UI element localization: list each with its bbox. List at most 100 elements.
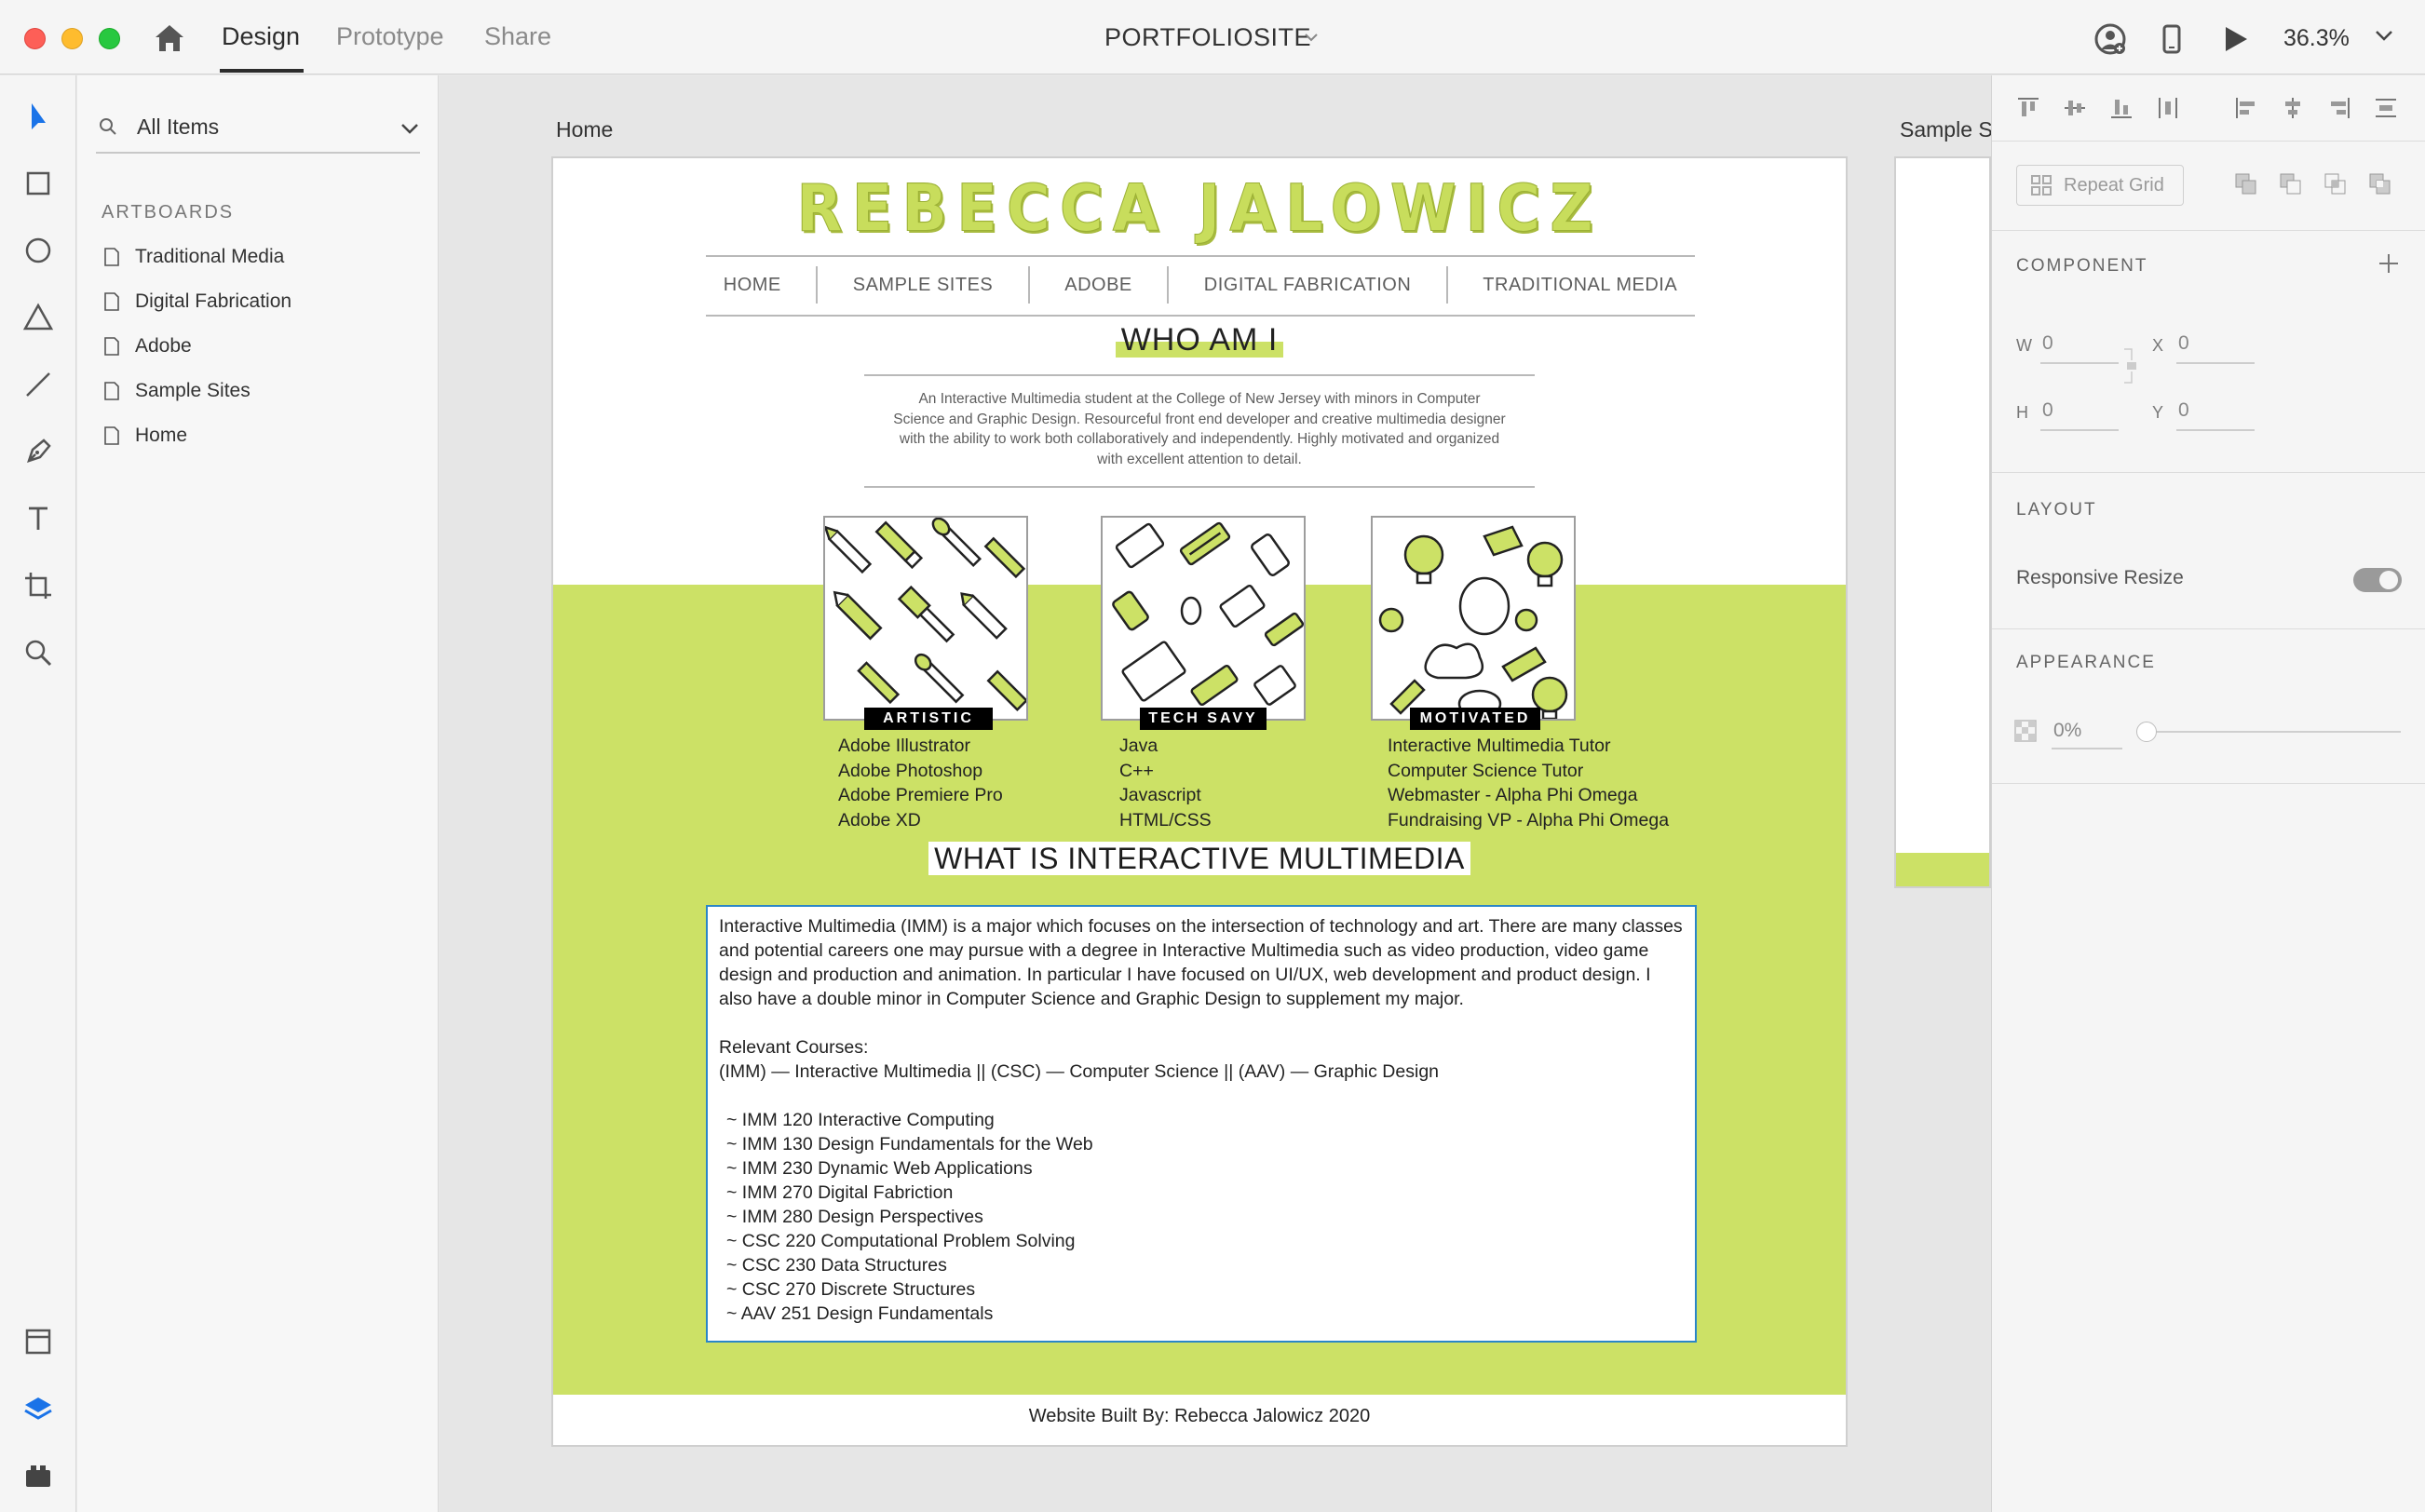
nav-item-sample-sites[interactable]: SAMPLE SITES	[853, 275, 994, 296]
chevron-down-icon[interactable]	[398, 116, 422, 141]
x-label: X	[2152, 336, 2164, 355]
artboard-label-sample-sites[interactable]: Sample S	[1900, 117, 1991, 142]
width-field[interactable]: 0	[2042, 332, 2053, 355]
artboard-item-sample-sites[interactable]: Sample Sites	[103, 375, 251, 407]
nav-bottom-rule	[706, 315, 1695, 317]
imm-text-box[interactable]: Interactive Multimedia (IMM) is a major …	[706, 905, 1697, 1343]
home-icon[interactable]	[153, 22, 186, 54]
distribute-vertical-icon[interactable]	[2372, 94, 2400, 122]
zoom-level[interactable]: 36.3%	[2283, 25, 2350, 52]
rectangle-tool-icon[interactable]	[20, 165, 57, 202]
device-preview-icon[interactable]	[2155, 22, 2188, 56]
boolean-add-icon[interactable]	[2232, 170, 2260, 198]
y-field[interactable]: 0	[2178, 399, 2189, 422]
distribute-horizontal-icon[interactable]	[2154, 94, 2182, 122]
chevron-down-icon[interactable]	[1302, 28, 1321, 47]
boolean-intersect-icon[interactable]	[2322, 170, 2350, 198]
responsive-resize-toggle[interactable]	[2352, 566, 2403, 594]
height-underline	[2040, 429, 2119, 431]
boolean-exclude-icon[interactable]	[2366, 170, 2394, 198]
height-field[interactable]: 0	[2042, 399, 2053, 422]
maximize-window-button[interactable]	[99, 28, 120, 49]
x-underline	[2176, 362, 2255, 364]
artboard-tool-icon[interactable]	[20, 567, 57, 604]
artboard-home[interactable]: REBECCA JALOWICZ HOME SAMPLE SITES ADOBE…	[551, 156, 1848, 1447]
boolean-subtract-icon[interactable]	[2277, 170, 2305, 198]
nav-item-adobe[interactable]: ADOBE	[1064, 275, 1132, 296]
artboard-icon	[104, 337, 119, 356]
x-field[interactable]: 0	[2178, 332, 2189, 355]
plugins-icon[interactable]	[20, 1457, 57, 1494]
list-item: ~ IMM 120 Interactive Computing	[726, 1110, 995, 1130]
align-right-icon[interactable]	[2325, 94, 2353, 122]
artistic-card-image[interactable]	[823, 516, 1028, 721]
tech-savy-badge: TECH SAVY	[1140, 708, 1267, 730]
minimize-window-button[interactable]	[61, 28, 83, 49]
imm-heading[interactable]: WHAT IS INTERACTIVE MULTIMEDIA	[553, 842, 1846, 876]
artboard-item-traditional-media[interactable]: Traditional Media	[103, 241, 284, 273]
polygon-tool-icon[interactable]	[20, 299, 57, 336]
layer-filter-select[interactable]: All Items	[137, 115, 219, 140]
tab-prototype[interactable]: Prototype	[336, 22, 444, 51]
artboard-label-home[interactable]: Home	[556, 117, 613, 142]
tech-card-image[interactable]	[1101, 516, 1306, 721]
panel-divider	[1992, 230, 2425, 231]
opacity-slider-knob[interactable]	[2136, 722, 2157, 742]
text-tool-icon[interactable]	[20, 500, 57, 537]
nav-item-traditional-media[interactable]: TRADITIONAL MEDIA	[1483, 275, 1677, 296]
layers-panel: All Items ARTBOARDS Traditional Media Di…	[77, 75, 439, 1512]
add-component-icon[interactable]	[2376, 250, 2402, 277]
opacity-field[interactable]: 0%	[2053, 720, 2081, 742]
artboard-item-adobe[interactable]: Adobe	[103, 331, 192, 362]
opacity-slider-track[interactable]	[2136, 731, 2401, 733]
ellipse-tool-icon[interactable]	[20, 232, 57, 269]
property-inspector: Repeat Grid COMPONENT W 0 X 0 H 0 Y 0 LA…	[1991, 75, 2425, 1512]
align-center-icon[interactable]	[2279, 94, 2307, 122]
who-am-i-text[interactable]: An Interactive Multimedia student at the…	[892, 389, 1507, 469]
close-window-button[interactable]	[24, 28, 46, 49]
align-middle-icon[interactable]	[2061, 94, 2089, 122]
pen-tool-icon[interactable]	[20, 433, 57, 470]
nav-item-digital-fabrication[interactable]: DIGITAL FABRICATION	[1204, 275, 1412, 296]
document-title[interactable]: PORTFOLIOSITE	[1104, 23, 1311, 52]
list-item: ~ CSC 270 Discrete Structures	[726, 1279, 976, 1300]
zoom-tool-icon[interactable]	[20, 634, 57, 671]
devices-pattern-icon	[1112, 521, 1304, 707]
site-footer[interactable]: Website Built By: Rebecca Jalowicz 2020	[553, 1406, 1846, 1427]
align-top-icon[interactable]	[2014, 94, 2042, 122]
tab-design[interactable]: Design	[222, 22, 300, 51]
layers-icon[interactable]	[20, 1390, 57, 1427]
list-item: HTML/CSS	[1119, 809, 1212, 830]
motivated-skill-list: Interactive Multimedia Tutor Computer Sc…	[1388, 734, 1669, 832]
list-item: Webmaster - Alpha Phi Omega	[1388, 785, 1638, 805]
nav-separator	[816, 266, 819, 304]
chevron-down-icon[interactable]	[2373, 24, 2395, 47]
artboard-item-home[interactable]: Home	[103, 420, 187, 452]
play-icon[interactable]	[2218, 22, 2252, 56]
artboard-sample-sites[interactable]	[1894, 156, 1991, 888]
motivated-badge: MOTIVATED	[1410, 708, 1540, 730]
artboard-item-digital-fabrication[interactable]: Digital Fabrication	[103, 286, 291, 317]
site-title[interactable]: REBECCA JALOWICZ	[553, 171, 1846, 247]
who-top-rule	[864, 374, 1535, 376]
panel-divider	[1992, 472, 2425, 473]
assets-icon[interactable]	[20, 1323, 57, 1360]
who-am-i-heading[interactable]: WHO AM I	[553, 322, 1846, 358]
tech-skill-list: Java C++ Javascript HTML/CSS	[1119, 734, 1212, 832]
artistic-badge: ARTISTIC	[864, 708, 993, 730]
tab-share[interactable]: Share	[484, 22, 551, 51]
line-tool-icon[interactable]	[20, 366, 57, 403]
select-tool-icon[interactable]	[20, 98, 57, 135]
user-icon[interactable]	[2093, 22, 2127, 56]
repeat-grid-button[interactable]: Repeat Grid	[2016, 165, 2184, 206]
opacity-checker-icon	[2014, 720, 2037, 742]
appearance-heading: APPEARANCE	[2016, 653, 2156, 672]
nav-item-home[interactable]: HOME	[724, 275, 781, 296]
motivated-card-image[interactable]	[1371, 516, 1576, 721]
align-bottom-icon[interactable]	[2107, 94, 2135, 122]
lock-aspect-icon[interactable]	[2122, 345, 2141, 386]
align-left-icon[interactable]	[2232, 94, 2260, 122]
width-underline	[2040, 362, 2119, 364]
